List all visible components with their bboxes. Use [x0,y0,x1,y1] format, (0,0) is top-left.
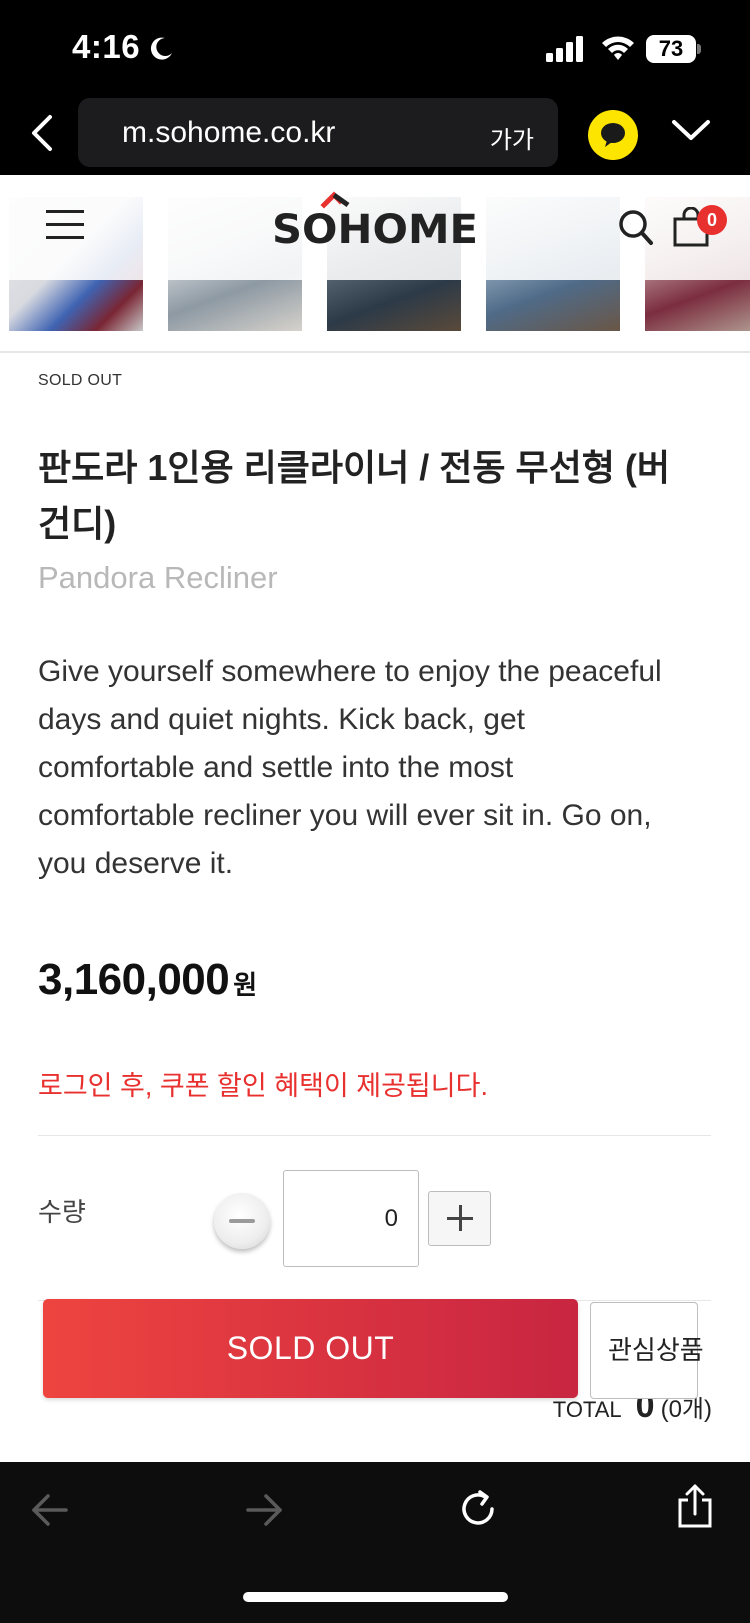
product-description: Give yourself somewhere to enjoy the pea… [38,655,662,880]
back-chevron-icon[interactable] [26,111,62,155]
chat-bubble-icon [601,123,625,147]
coupon-notice: 로그인 후, 쿠폰 할인 혜택이 제공됩니다. [38,1071,488,1101]
reload-icon[interactable] [458,1488,500,1530]
back-arrow-icon[interactable] [30,1492,70,1528]
browser-address-bar: m.sohome.co.kr 가가 [0,95,750,175]
quantity-input[interactable]: 0 [283,1170,419,1267]
site-header: SOHOME 0 [0,175,750,280]
url-field[interactable]: m.sohome.co.kr 가가 [78,98,558,167]
divider [0,351,750,353]
cart-count-badge: 0 [697,205,727,235]
wifi-icon [602,36,634,60]
share-icon[interactable] [674,1484,716,1530]
sold-out-tag: SOLD OUT [38,372,123,389]
status-bar: 4:16 73 [0,0,750,95]
total-count: (0개) [660,1396,712,1423]
increase-quantity-button[interactable] [428,1191,491,1246]
svg-text:SOHOME: SOHOME [272,207,478,251]
cellular-signal-icon [546,36,583,62]
total-label: TOTAL [552,1397,622,1422]
url-text: m.sohome.co.kr [122,116,336,149]
product-title: 판도라 1인용 리클라이너 / 전동 무선형 (버건디) [38,447,670,544]
decrease-quantity-button[interactable] [214,1193,270,1249]
browser-toolbar [0,1462,750,1623]
sold-out-button[interactable]: SOLD OUT [43,1299,578,1398]
status-time: 4:16 [72,28,141,65]
moon-icon [150,37,172,60]
home-indicator [243,1592,508,1602]
divider [38,1135,711,1136]
forward-arrow-icon[interactable] [244,1492,284,1528]
battery-indicator: 73 [646,35,696,63]
hamburger-menu-icon[interactable] [46,210,84,240]
battery-tip [697,44,701,54]
chevron-down-icon[interactable] [670,115,712,145]
quantity-label: 수량 [38,1197,86,1227]
search-icon[interactable] [618,209,654,247]
wishlist-button[interactable]: 관심상품 [590,1302,704,1399]
price-value: 3,160,000 [38,955,230,1004]
sohome-logo[interactable]: SOHOME [268,191,482,251]
price: 3,160,000 원 [38,955,257,1005]
text-size-button[interactable]: 가가 [490,120,534,155]
kakao-talk-button[interactable] [588,110,638,160]
product-subtitle: Pandora Recliner [38,560,278,595]
price-unit: 원 [233,970,258,1000]
